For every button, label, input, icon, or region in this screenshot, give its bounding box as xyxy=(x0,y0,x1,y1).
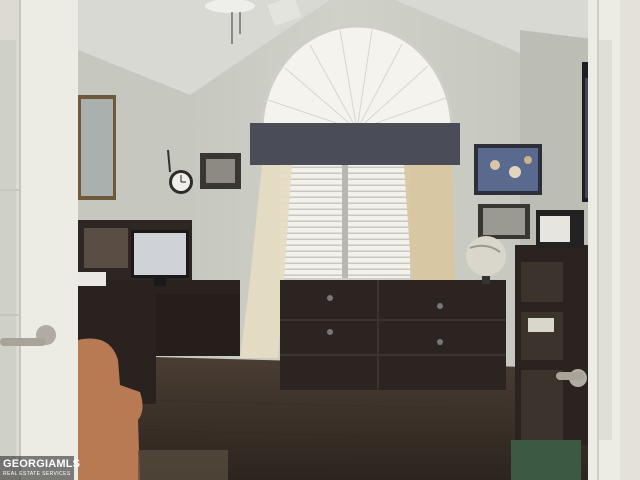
wall-art-flowers xyxy=(474,144,542,195)
watermark-tagline: REAL ESTATE SERVICES xyxy=(3,471,71,477)
computer-monitor xyxy=(131,230,189,286)
window-valance xyxy=(250,123,460,165)
dresser xyxy=(280,280,506,390)
storage-bin xyxy=(511,440,581,480)
mls-watermark: GEORGIAMLS REAL ESTATE SERVICES xyxy=(0,456,80,480)
watermark-brand: GEORGIAMLS xyxy=(3,458,81,470)
printer xyxy=(78,272,106,286)
french-door-right xyxy=(588,0,640,480)
french-door-left xyxy=(0,0,78,480)
photo-frame xyxy=(536,210,584,248)
room-illustration xyxy=(0,0,640,480)
wall-art-left xyxy=(200,153,241,189)
room-photo: GEORGIAMLS REAL ESTATE SERVICES xyxy=(0,0,640,480)
wall-art-small xyxy=(478,204,530,239)
wall-mirror xyxy=(78,95,116,200)
floor-rug xyxy=(138,450,228,480)
bookcase xyxy=(515,245,591,445)
